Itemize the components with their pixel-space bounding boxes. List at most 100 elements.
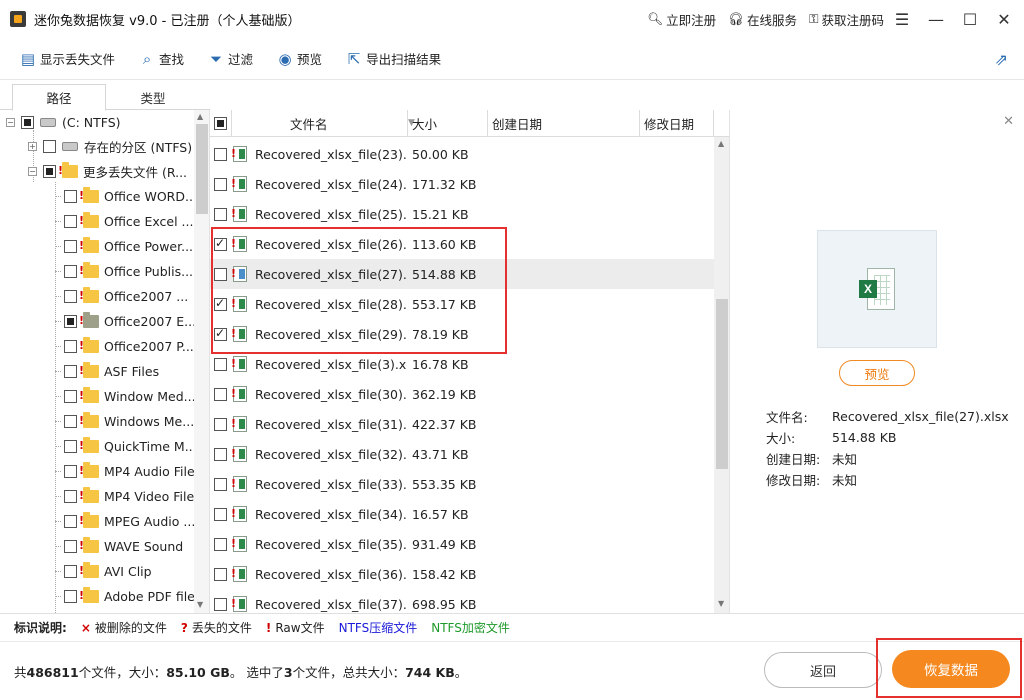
table-row[interactable]: ! Recovered_xlsx_file(37).x... 698.95 KB xyxy=(210,589,714,613)
recover-data-button[interactable]: 恢复数据 xyxy=(892,650,1010,688)
preview-button[interactable]: ◉ 预览 xyxy=(277,49,323,68)
expand-icon[interactable]: + xyxy=(28,142,37,151)
tree-checkbox[interactable] xyxy=(64,340,77,353)
row-checkbox[interactable] xyxy=(214,567,227,581)
row-checkbox[interactable] xyxy=(214,357,227,371)
get-code-link[interactable]: ⚿ 获取注册码 xyxy=(809,10,884,29)
table-row[interactable]: ! Recovered_xlsx_file(27).x... 514.88 KB xyxy=(210,259,714,289)
row-checkbox[interactable] xyxy=(214,207,227,221)
close-icon[interactable]: ✕ xyxy=(1003,114,1014,129)
row-checkbox[interactable] xyxy=(214,236,227,251)
row-checkbox[interactable] xyxy=(214,597,227,611)
tab-type[interactable]: 类型 xyxy=(106,84,200,110)
tree-item[interactable]: ! Adobe PDF file xyxy=(55,584,195,609)
tree-checkbox[interactable] xyxy=(64,215,77,228)
minimize-icon[interactable]: — xyxy=(919,0,953,38)
tree-item[interactable]: ! MP4 Video File xyxy=(55,484,194,509)
export-scan-results-button[interactable]: ⇱ 导出扫描结果 xyxy=(346,49,441,68)
tree-item[interactable]: ! Window Med... xyxy=(55,384,196,409)
scroll-down-icon[interactable]: ▼ xyxy=(197,600,203,609)
tree-scrollbar[interactable]: ▲ ▼ xyxy=(194,110,209,613)
tree-item[interactable]: ! AVI Clip xyxy=(55,559,152,584)
tree-checkbox[interactable] xyxy=(64,265,77,278)
tree-checkbox[interactable] xyxy=(43,165,56,178)
tree-item[interactable]: ! Office2007 E... xyxy=(55,309,196,334)
tree-item[interactable]: ! MP4 Audio File xyxy=(55,459,195,484)
tree-item[interactable]: ! Office2007 ... xyxy=(55,284,188,309)
scroll-up-icon[interactable]: ▲ xyxy=(197,112,203,121)
column-size[interactable]: 大小 xyxy=(408,110,488,137)
tree-lost-files[interactable]: − ! 更多丢失文件 (R... xyxy=(28,159,187,184)
row-checkbox[interactable] xyxy=(214,417,227,431)
tree-checkbox[interactable] xyxy=(64,540,77,553)
tree-checkbox[interactable] xyxy=(64,315,77,328)
preview-file-button[interactable]: 预览 xyxy=(839,360,915,386)
tree-item[interactable]: ! Office Power... xyxy=(55,234,193,259)
tree-item[interactable]: ! MPEG Audio ... xyxy=(55,509,195,534)
tree-item[interactable]: ! Office Excel ... xyxy=(55,209,193,234)
scroll-thumb[interactable] xyxy=(716,299,728,469)
column-created[interactable]: 创建日期 xyxy=(488,110,640,137)
tree-checkbox[interactable] xyxy=(64,415,77,428)
table-row[interactable]: ! Recovered_xlsx_file(31).x... 422.37 KB xyxy=(210,409,714,439)
tree-checkbox[interactable] xyxy=(64,365,77,378)
table-row[interactable]: ! Recovered_xlsx_file(29).x... 78.19 KB xyxy=(210,319,714,349)
select-all-checkbox[interactable] xyxy=(214,117,227,130)
scroll-down-icon[interactable]: ▼ xyxy=(718,599,724,608)
tree-checkbox[interactable] xyxy=(64,515,77,528)
tree-checkbox[interactable] xyxy=(21,116,34,129)
tree-checkbox[interactable] xyxy=(64,490,77,503)
find-button[interactable]: ⌕ 查找 xyxy=(139,49,184,68)
row-checkbox[interactable] xyxy=(214,387,227,401)
back-button[interactable]: 返回 xyxy=(764,652,882,688)
column-name[interactable]: 文件名 ▼ xyxy=(232,110,415,137)
tab-path[interactable]: 路径 xyxy=(12,84,106,111)
row-checkbox[interactable] xyxy=(214,296,227,311)
collapse-icon[interactable]: − xyxy=(28,167,37,176)
maximize-icon[interactable]: ☐ xyxy=(953,0,987,38)
row-checkbox[interactable] xyxy=(214,147,227,161)
table-row[interactable]: ! Recovered_xlsx_file(36).x... 158.42 KB xyxy=(210,559,714,589)
column-modified[interactable]: 修改日期 xyxy=(640,110,714,137)
table-row[interactable]: ! Recovered_xlsx_file(24).x... 171.32 KB xyxy=(210,169,714,199)
table-row[interactable]: ! Recovered_xlsx_file(30).x... 362.19 KB xyxy=(210,379,714,409)
table-row[interactable]: ! Recovered_xlsx_file(35).x... 931.49 KB xyxy=(210,529,714,559)
tree-item[interactable]: ! Windows Me... xyxy=(55,409,194,434)
tree-existing-partition[interactable]: + 存在的分区 (NTFS) xyxy=(28,134,192,159)
tree-checkbox[interactable] xyxy=(64,190,77,203)
filter-button[interactable]: ⏷ 过滤 xyxy=(208,49,253,68)
tree-checkbox[interactable] xyxy=(64,565,77,578)
table-row[interactable]: ! Recovered_xlsx_file(33).x... 553.35 KB xyxy=(210,469,714,499)
collapse-icon[interactable]: − xyxy=(6,118,15,127)
table-row[interactable]: ! Recovered_xlsx_file(23).x... 50.00 KB xyxy=(210,139,714,169)
scroll-up-icon[interactable]: ▲ xyxy=(718,139,724,148)
table-row[interactable]: ! Recovered_xlsx_file(34).x... 16.57 KB xyxy=(210,499,714,529)
share-icon[interactable]: ⇗ xyxy=(995,50,1008,69)
row-checkbox[interactable] xyxy=(214,177,227,191)
row-checkbox[interactable] xyxy=(214,326,227,341)
tree-checkbox[interactable] xyxy=(64,440,77,453)
tree-item[interactable]: ! WAVE Sound xyxy=(55,534,183,559)
tree-checkbox[interactable] xyxy=(64,465,77,478)
scroll-thumb[interactable] xyxy=(196,124,208,214)
tree-checkbox[interactable] xyxy=(64,390,77,403)
tree-item[interactable]: ! Office Publis... xyxy=(55,259,193,284)
row-checkbox[interactable] xyxy=(214,537,227,551)
row-checkbox[interactable] xyxy=(214,507,227,521)
row-checkbox[interactable] xyxy=(214,447,227,461)
row-checkbox[interactable] xyxy=(214,477,227,491)
tree-checkbox[interactable] xyxy=(64,590,77,603)
table-row[interactable]: ! Recovered_xlsx_file(25).x... 15.21 KB xyxy=(210,199,714,229)
file-list-scrollbar[interactable]: ▲ ▼ xyxy=(714,137,729,613)
tree-item[interactable]: ! QuickTime M... xyxy=(55,434,197,459)
row-checkbox[interactable] xyxy=(214,267,227,281)
tree-item[interactable]: ! Office WORD... xyxy=(55,184,197,209)
tree-checkbox[interactable] xyxy=(43,140,56,153)
select-all-checkbox-cell[interactable] xyxy=(210,110,232,137)
table-row[interactable]: ! Recovered_xlsx_file(32).x... 43.71 KB xyxy=(210,439,714,469)
register-link[interactable]: 🔍︎ 立即注册 xyxy=(647,10,716,29)
tree-checkbox[interactable] xyxy=(64,290,77,303)
tree-item[interactable]: ! ASF Files xyxy=(55,359,159,384)
table-row[interactable]: ! Recovered_xlsx_file(3).xlsx 16.78 KB xyxy=(210,349,714,379)
close-icon[interactable]: ✕ xyxy=(987,0,1021,38)
